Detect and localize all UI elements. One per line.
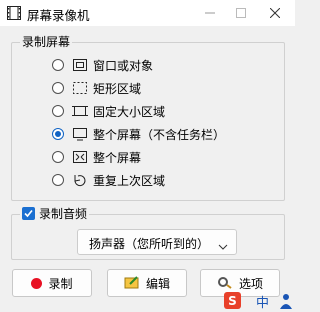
option-label: 固定大小区域 — [93, 104, 166, 119]
record-audio-checkbox[interactable] — [22, 207, 35, 220]
record-screen-group-label: 录制屏幕 — [20, 33, 73, 50]
option-label: 矩形区域 — [93, 81, 142, 96]
audio-source-select[interactable]: 扬声器（您所听到的） — [77, 229, 237, 255]
minimize-button[interactable] — [193, 0, 227, 26]
window-title: 屏幕录像机 — [27, 8, 90, 23]
radio-button[interactable] — [52, 59, 64, 71]
option-label: 整个屏幕 — [93, 150, 142, 165]
monitor-icon — [72, 127, 88, 141]
chevron-down-icon — [218, 239, 228, 253]
option-fixed-size-area[interactable]: 固定大小区域 — [52, 101, 165, 121]
option-label: 整个屏幕（不含任务栏） — [93, 127, 226, 142]
option-window-or-object[interactable]: 窗口或对象 — [52, 55, 153, 75]
option-rectangle-area[interactable]: 矩形区域 — [52, 78, 141, 98]
title-bar[interactable]: 屏幕录像机 — [0, 0, 295, 26]
radio-button[interactable] — [52, 82, 64, 94]
edit-button-label: 编辑 — [145, 276, 170, 291]
options-icon — [217, 275, 233, 292]
repeat-icon — [72, 173, 88, 187]
radio-button-selected[interactable] — [52, 128, 64, 140]
option-full-screen[interactable]: 整个屏幕 — [52, 147, 141, 167]
system-tray: S 中 — [220, 292, 295, 312]
record-button[interactable]: 录制 — [12, 269, 92, 297]
option-label: 重复上次区域 — [93, 173, 166, 188]
record-dot-icon — [31, 277, 43, 289]
close-button[interactable] — [258, 0, 292, 26]
radio-button[interactable] — [52, 151, 64, 163]
fullscreen-icon — [72, 150, 88, 164]
record-audio-label: 录制音频 — [39, 207, 88, 221]
maximize-button[interactable] — [224, 0, 258, 26]
ime-mode-indicator[interactable]: 中 — [256, 292, 269, 311]
record-button-label: 录制 — [48, 276, 73, 291]
radio-button[interactable] — [52, 105, 64, 117]
option-label: 窗口或对象 — [93, 58, 154, 73]
options-button-label: 选项 — [238, 276, 263, 291]
record-audio-toggle[interactable]: 录制音频 — [20, 205, 90, 222]
dashed-rect-icon — [72, 81, 88, 95]
fixed-area-icon — [72, 104, 88, 118]
audio-source-value: 扬声器（您所听到的） — [89, 237, 210, 251]
edit-icon — [124, 275, 140, 292]
film-icon — [7, 6, 21, 20]
option-repeat-last-area[interactable]: 重复上次区域 — [52, 170, 165, 190]
ime-s-icon[interactable]: S — [224, 292, 241, 309]
option-full-screen-no-taskbar[interactable]: 整个屏幕（不含任务栏） — [52, 124, 225, 144]
radio-button[interactable] — [52, 174, 64, 186]
window-icon — [72, 58, 88, 72]
edit-button[interactable]: 编辑 — [107, 269, 187, 297]
user-icon — [280, 293, 292, 312]
